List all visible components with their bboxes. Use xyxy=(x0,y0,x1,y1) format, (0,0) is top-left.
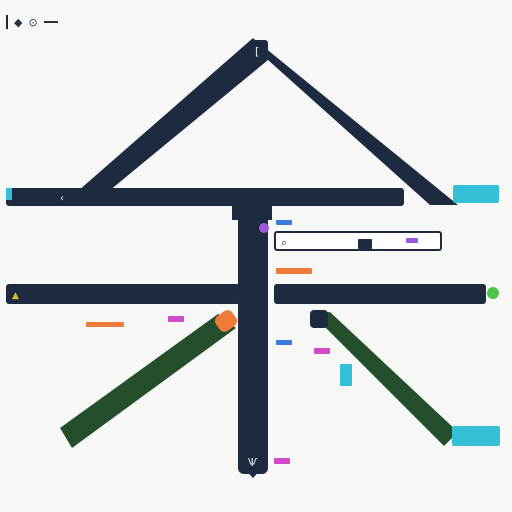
right-diagonal-bar[interactable] xyxy=(312,312,458,446)
search-field-button[interactable] xyxy=(358,239,372,249)
square-bracket-icon: [ xyxy=(255,45,259,58)
blue-chip-a xyxy=(276,220,292,225)
purple-chip-small xyxy=(406,238,418,243)
cyan-tab-bottom-right[interactable] xyxy=(452,426,500,446)
blue-chip-b xyxy=(276,340,292,345)
dot-icon[interactable] xyxy=(487,287,499,299)
magenta-chip xyxy=(168,316,184,322)
fork-icon: Ѱ xyxy=(248,456,258,469)
canvas: ◆ ⊙ [ ‹ Ѱ ⌕ ▲ xyxy=(0,0,512,512)
orange-chip-left xyxy=(86,322,124,327)
lower-horizontal-bar[interactable] xyxy=(6,284,240,304)
cyan-tab-left xyxy=(6,188,12,200)
stem-upper-join xyxy=(232,206,272,220)
central-stem[interactable] xyxy=(238,206,268,474)
right-diagonal-cap xyxy=(310,310,328,328)
magenta-chip-bottom xyxy=(274,458,290,464)
roof-right-arm[interactable] xyxy=(253,38,458,205)
magenta-chip-b xyxy=(314,348,330,354)
roof-left-arm[interactable] xyxy=(62,38,268,205)
main-horizontal-bar[interactable] xyxy=(6,188,404,206)
magnifier-icon[interactable]: ⌕ xyxy=(281,236,287,249)
cyan-chip-small xyxy=(340,364,352,386)
orange-chip xyxy=(276,268,312,274)
cyan-tab-right[interactable] xyxy=(453,185,499,203)
diagram-scene: [ ‹ Ѱ ⌕ ▲ xyxy=(6,38,500,478)
triangle-icon: ▲ xyxy=(12,291,19,301)
left-diagonal-bar[interactable] xyxy=(60,314,236,448)
chevron-icon: ‹ xyxy=(60,193,64,204)
right-horizontal-bar[interactable] xyxy=(274,284,486,304)
purple-chip[interactable] xyxy=(259,223,269,233)
